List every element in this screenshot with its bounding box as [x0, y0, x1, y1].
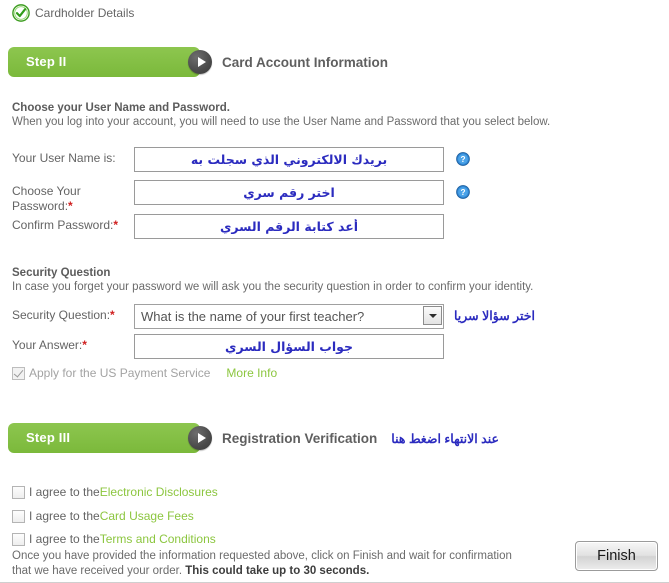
card-usage-fees-link[interactable]: Card Usage Fees	[100, 509, 194, 523]
your-answer-input[interactable]	[134, 334, 444, 359]
agreement-row-electronic-disclosures: I agree to the Electronic Disclosures	[12, 485, 218, 499]
footer-line-2-bold: This could take up to 30 seconds.	[185, 565, 370, 577]
step3-title: Registration Verification	[222, 430, 378, 446]
play-arrow-circle-icon	[188, 50, 212, 74]
step2-title: Card Account Information	[222, 54, 389, 70]
footer-line-2-normal: that we have received your order.	[12, 565, 186, 577]
agreement-checkbox-terms-and-conditions[interactable]	[12, 532, 25, 546]
terms-and-conditions-link[interactable]: Terms and Conditions	[100, 532, 216, 546]
chevron-down-icon[interactable]	[423, 306, 442, 325]
confirm-password-label: Confirm Password:*	[12, 218, 119, 232]
required-marker: *	[82, 338, 87, 352]
agreement-row-terms-and-conditions: I agree to the Terms and Conditions	[12, 532, 216, 546]
completed-step-label: Cardholder Details	[35, 6, 135, 20]
help-question-icon[interactable]: ?	[456, 185, 470, 199]
agreement-checkbox-electronic-disclosures[interactable]	[12, 485, 25, 499]
step2-banner: Step II Card Account Information	[8, 45, 388, 79]
agreement-prefix: I agree to the	[29, 485, 100, 499]
more-info-link[interactable]: More Info	[226, 366, 277, 380]
security-question-arabic-note: اختر سؤالا سريا	[454, 309, 536, 323]
play-arrow-circle-icon	[188, 426, 212, 450]
agreement-prefix: I agree to the	[29, 509, 100, 523]
security-heading: Security Question	[12, 267, 111, 279]
security-question-select[interactable]: What is the name of your first teacher?	[134, 304, 444, 329]
confirm-password-input[interactable]	[134, 214, 444, 239]
help-question-icon[interactable]: ?	[456, 152, 470, 166]
form-row-confirm-password: Confirm Password:*	[12, 214, 444, 239]
security-question-label: Security Question:*	[12, 308, 115, 322]
security-section-header: Security Question In case you forget you…	[12, 267, 533, 293]
footer-instructions: Once you have provided the information r…	[12, 549, 512, 579]
footer-line-1: Once you have provided the information r…	[12, 550, 512, 562]
username-label: Your User Name is:	[12, 151, 116, 165]
security-subtext: In case you forget your password we will…	[12, 281, 534, 293]
finish-button[interactable]: Finish	[575, 541, 658, 571]
form-row-your-answer: Your Answer:*	[12, 334, 444, 359]
agreement-prefix: I agree to the	[29, 532, 100, 546]
us-payment-service-row: Apply for the US Payment Service More In…	[12, 366, 277, 380]
step3-pill: Step III	[8, 423, 200, 453]
step2-pill: Step II	[8, 47, 200, 77]
footer-line-2: that we have received your order. This c…	[12, 564, 512, 579]
step3-arabic-note: عند الانتهاء اضغط هنا	[391, 431, 499, 446]
choose-password-input[interactable]	[134, 180, 444, 205]
form-row-security-question: Security Question:* What is the name of …	[12, 304, 535, 329]
username-input[interactable]	[134, 147, 444, 172]
required-marker: *	[68, 199, 73, 213]
security-question-selected-value[interactable]: What is the name of your first teacher?	[134, 304, 444, 329]
completed-step-cardholder-details: Cardholder Details	[12, 4, 134, 22]
your-answer-label: Your Answer:*	[12, 338, 87, 352]
choose-password-label: Choose Your Password:*	[12, 184, 81, 213]
credentials-subtext: When you log into your account, you will…	[12, 116, 551, 128]
form-row-username: Your User Name is: ?	[12, 147, 470, 172]
required-marker: *	[113, 218, 119, 232]
credentials-heading: Choose your User Name and Password.	[12, 102, 230, 114]
us-payment-service-checkbox	[12, 366, 25, 380]
electronic-disclosures-link[interactable]: Electronic Disclosures	[100, 485, 218, 499]
form-row-choose-password: Choose YourPassword:* ?	[12, 180, 470, 214]
svg-text:?: ?	[460, 187, 465, 197]
agreement-row-card-usage-fees: I agree to the Card Usage Fees	[12, 509, 194, 523]
step3-banner: Step III Registration Verification عند ا…	[8, 421, 499, 455]
green-check-circle-icon	[12, 4, 30, 22]
svg-text:?: ?	[460, 154, 465, 164]
us-payment-service-label: Apply for the US Payment Service	[29, 366, 211, 380]
credentials-section-header: Choose your User Name and Password. When…	[12, 102, 550, 128]
required-marker: *	[110, 308, 115, 322]
agreement-checkbox-card-usage-fees[interactable]	[12, 509, 25, 523]
